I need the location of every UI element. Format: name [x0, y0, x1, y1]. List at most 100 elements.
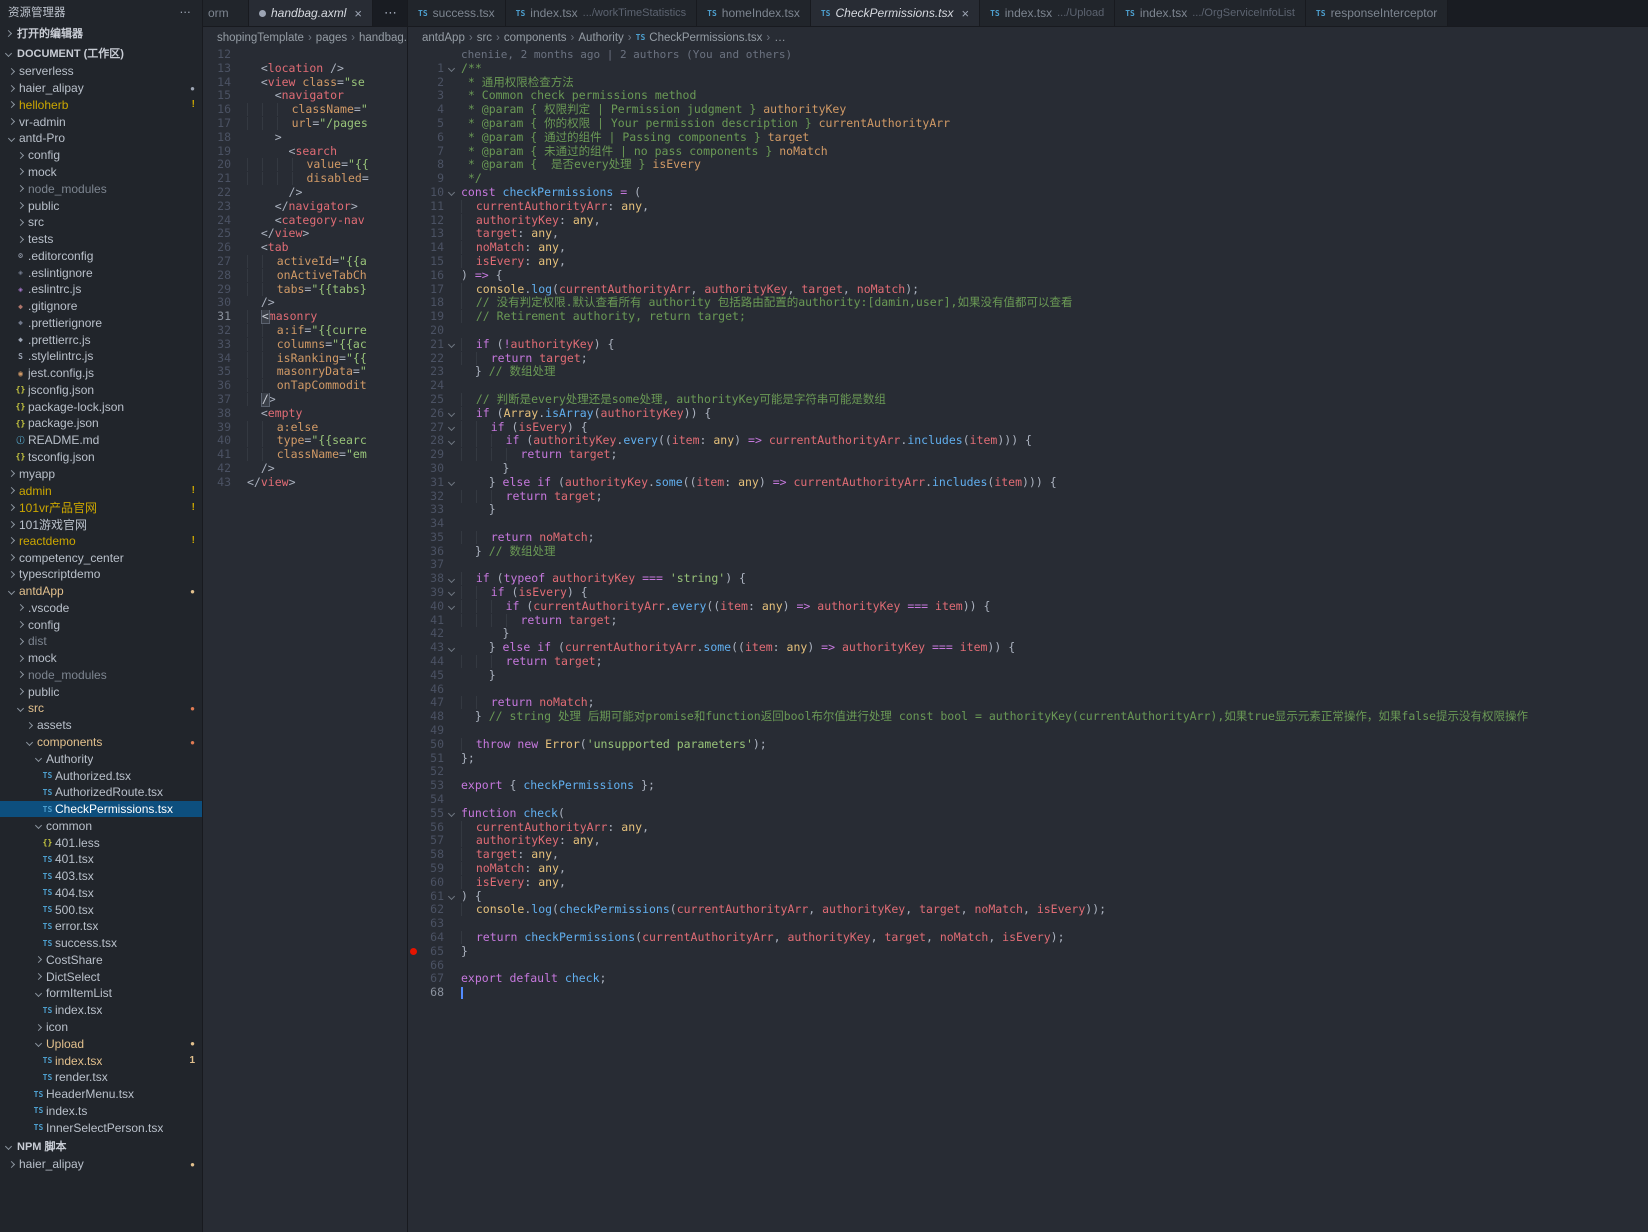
- code-line[interactable]: 47 return noMatch;: [408, 696, 1648, 710]
- tree-item[interactable]: vr-admin: [0, 113, 202, 130]
- close-icon[interactable]: ×: [354, 6, 362, 21]
- code-line[interactable]: 36 onTapCommodit: [203, 378, 407, 393]
- tree-item[interactable]: S .stylelintrc.js: [0, 348, 202, 365]
- tree-item[interactable]: ◈ .eslintrc.js: [0, 281, 202, 298]
- tree-item[interactable]: ◆ .prettierrc.js: [0, 331, 202, 348]
- breakpoint-gutter[interactable]: [408, 986, 418, 1000]
- code-line[interactable]: 34: [408, 516, 1648, 531]
- code-line[interactable]: 25 // 判断是every处理还是some处理, authorityKey可能…: [408, 392, 1648, 407]
- breakpoint-gutter[interactable]: [408, 448, 418, 462]
- breadcrumb-item[interactable]: handbag.axml: [359, 32, 407, 44]
- breakpoint-gutter[interactable]: [408, 241, 418, 255]
- code-line[interactable]: 30 />: [203, 296, 407, 310]
- code-line[interactable]: 42 }: [408, 627, 1648, 641]
- tab-index.tsx[interactable]: TS index.tsx .../OrgServiceInfoList: [1115, 0, 1306, 26]
- code-line[interactable]: 17 url="/pages: [203, 116, 407, 131]
- tree-item[interactable]: config: [0, 147, 202, 164]
- breakpoint-gutter[interactable]: [408, 821, 418, 835]
- tree-item[interactable]: TS render.tsx: [0, 1069, 202, 1086]
- code-line[interactable]: 45 }: [408, 668, 1648, 683]
- code-line[interactable]: 68: [408, 985, 1648, 1000]
- code-line[interactable]: 67 export default check;: [408, 972, 1648, 986]
- breakpoint-gutter[interactable]: [408, 931, 418, 945]
- tree-item[interactable]: TS index.tsx: [0, 1002, 202, 1019]
- breakpoint-gutter[interactable]: [408, 945, 418, 959]
- tree-item[interactable]: node_modules: [0, 180, 202, 197]
- breakpoint-gutter[interactable]: [408, 696, 418, 710]
- code-line[interactable]: 2 * 通用权限检查方法: [408, 75, 1648, 90]
- code-line[interactable]: 53 export { checkPermissions };: [408, 778, 1648, 793]
- tree-item[interactable]: ◆ .gitignore: [0, 298, 202, 315]
- code-line[interactable]: 22 return target;: [408, 351, 1648, 366]
- tree-item[interactable]: formItemList: [0, 985, 202, 1002]
- tab-handbag.axml[interactable]: handbag.axml ×: [249, 0, 373, 26]
- tree-item[interactable]: public: [0, 683, 202, 700]
- code-line[interactable]: 10 const checkPermissions = (: [408, 185, 1648, 200]
- code-line[interactable]: 20 value="{{: [203, 158, 407, 172]
- tree-item[interactable]: {} package-lock.json: [0, 398, 202, 415]
- code-line[interactable]: 60 isEvery: any,: [408, 875, 1648, 890]
- code-line[interactable]: 29 return target;: [408, 447, 1648, 462]
- code-line[interactable]: 31 <masonry: [203, 309, 407, 324]
- breakpoint-gutter[interactable]: [408, 310, 418, 324]
- fold-gutter[interactable]: [444, 186, 458, 200]
- tree-item[interactable]: {} tsconfig.json: [0, 449, 202, 466]
- breakpoint-gutter[interactable]: [408, 517, 418, 531]
- breakpoint-gutter[interactable]: [408, 545, 418, 559]
- breakpoint-gutter[interactable]: [408, 434, 418, 448]
- breakpoint-gutter[interactable]: [408, 76, 418, 90]
- tree-item[interactable]: TS 404.tsx: [0, 885, 202, 902]
- breakpoint-gutter[interactable]: [408, 296, 418, 310]
- code-line[interactable]: 32 return target;: [408, 489, 1648, 504]
- code-line[interactable]: 51};: [408, 751, 1648, 766]
- tree-item[interactable]: 101游戏官网: [0, 516, 202, 533]
- code-line[interactable]: 56 currentAuthorityArr: any,: [408, 820, 1648, 835]
- breakpoint-gutter[interactable]: [408, 558, 418, 572]
- breadcrumb-item[interactable]: pages: [316, 32, 347, 44]
- code-line[interactable]: 24 <category-nav: [203, 213, 407, 228]
- tree-item[interactable]: {} package.json: [0, 415, 202, 432]
- code-line[interactable]: 35 masonryData=": [203, 365, 407, 379]
- code-line[interactable]: 18 >: [203, 130, 407, 145]
- tree-item[interactable]: TS HeaderMenu.tsx: [0, 1086, 202, 1103]
- tree-item[interactable]: public: [0, 197, 202, 214]
- tree-item[interactable]: ◈ .eslintignore: [0, 264, 202, 281]
- tree-item[interactable]: competency_center: [0, 549, 202, 566]
- npm-scripts-section[interactable]: NPM 脚本: [0, 1136, 202, 1156]
- breadcrumb-item[interactable]: antdApp: [422, 32, 465, 44]
- breadcrumb-item[interactable]: …: [774, 32, 786, 44]
- breakpoint-gutter[interactable]: [408, 393, 418, 407]
- code-line[interactable]: 63: [408, 916, 1648, 931]
- tree-item[interactable]: ⚙ .editorconfig: [0, 247, 202, 264]
- breakpoint-gutter[interactable]: [408, 324, 418, 338]
- code-line[interactable]: 42 />: [203, 461, 407, 476]
- tree-item[interactable]: mock: [0, 164, 202, 181]
- tab-CheckPermissions.tsx[interactable]: TS CheckPermissions.tsx ×: [810, 0, 981, 26]
- tree-item[interactable]: Authority: [0, 750, 202, 767]
- tree-item[interactable]: src ●: [0, 700, 202, 717]
- fold-gutter[interactable]: [444, 600, 458, 614]
- breakpoint-gutter[interactable]: [408, 834, 418, 848]
- tab-success.tsx[interactable]: TS success.tsx: [408, 0, 506, 26]
- code-line[interactable]: 39 a:else: [203, 420, 407, 435]
- tree-item[interactable]: TS AuthorizedRoute.tsx: [0, 784, 202, 801]
- code-line[interactable]: 16) => {: [408, 268, 1648, 283]
- tree-item[interactable]: src: [0, 214, 202, 231]
- tree-item[interactable]: {} jsconfig.json: [0, 382, 202, 399]
- code-line[interactable]: 1 /**: [408, 61, 1648, 76]
- tree-item[interactable]: tests: [0, 231, 202, 248]
- tree-item[interactable]: haier_alipay ●: [0, 1156, 202, 1173]
- tree-item[interactable]: {} 401.less: [0, 834, 202, 851]
- workspace-section[interactable]: DOCUMENT (工作区): [0, 43, 202, 63]
- code-line[interactable]: 48 } // string 处理 后期可能对promise和function返…: [408, 709, 1648, 724]
- breakpoint-gutter[interactable]: [408, 103, 418, 117]
- code-line[interactable]: 20: [408, 323, 1648, 338]
- tree-item[interactable]: typescriptdemo: [0, 566, 202, 583]
- breakpoint-gutter[interactable]: [408, 462, 418, 476]
- more-actions-icon[interactable]: ⋯: [180, 5, 193, 19]
- breakpoint-gutter[interactable]: [408, 407, 418, 421]
- code-editor-main[interactable]: cheniie, 2 months ago | 2 authors (You a…: [408, 48, 1648, 1232]
- breakpoint-gutter[interactable]: [408, 158, 418, 172]
- breakpoint-gutter[interactable]: [408, 903, 418, 917]
- breakpoint-gutter[interactable]: [408, 145, 418, 159]
